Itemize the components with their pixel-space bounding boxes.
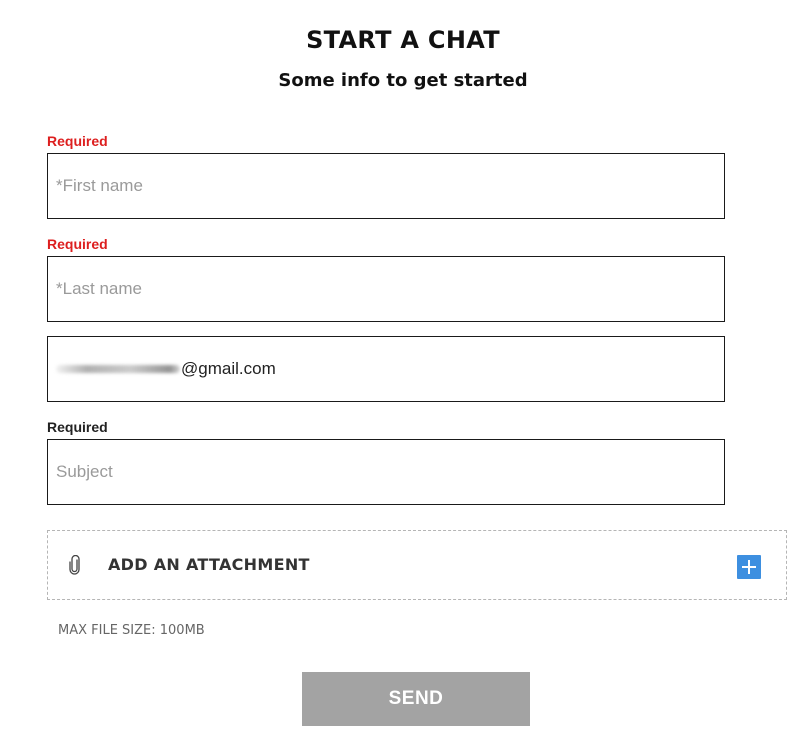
subject-field[interactable] bbox=[48, 440, 724, 504]
max-file-size-note: MAX FILE SIZE: 100MB bbox=[58, 623, 205, 638]
first-name-required-label: Required bbox=[47, 133, 108, 149]
last-name-field[interactable] bbox=[48, 257, 724, 321]
send-button[interactable]: SEND bbox=[302, 672, 530, 726]
first-name-field-wrapper bbox=[47, 153, 725, 219]
page-title: START A CHAT bbox=[306, 26, 500, 54]
add-attachment-button[interactable] bbox=[737, 555, 761, 579]
attachment-dropzone[interactable]: ADD AN ATTACHMENT bbox=[47, 530, 787, 600]
subject-required-label: Required bbox=[47, 419, 108, 435]
subject-field-wrapper bbox=[47, 439, 725, 505]
last-name-field-wrapper bbox=[47, 256, 725, 322]
page-subtitle: Some info to get started bbox=[278, 70, 528, 91]
first-name-field[interactable] bbox=[48, 154, 724, 218]
last-name-required-label: Required bbox=[47, 236, 108, 252]
email-field-wrapper: @ gmail.com bbox=[47, 336, 725, 402]
add-attachment-label[interactable]: ADD AN ATTACHMENT bbox=[108, 555, 310, 574]
plus-icon bbox=[737, 555, 761, 579]
email-field[interactable] bbox=[48, 337, 724, 401]
paperclip-icon bbox=[69, 555, 80, 575]
